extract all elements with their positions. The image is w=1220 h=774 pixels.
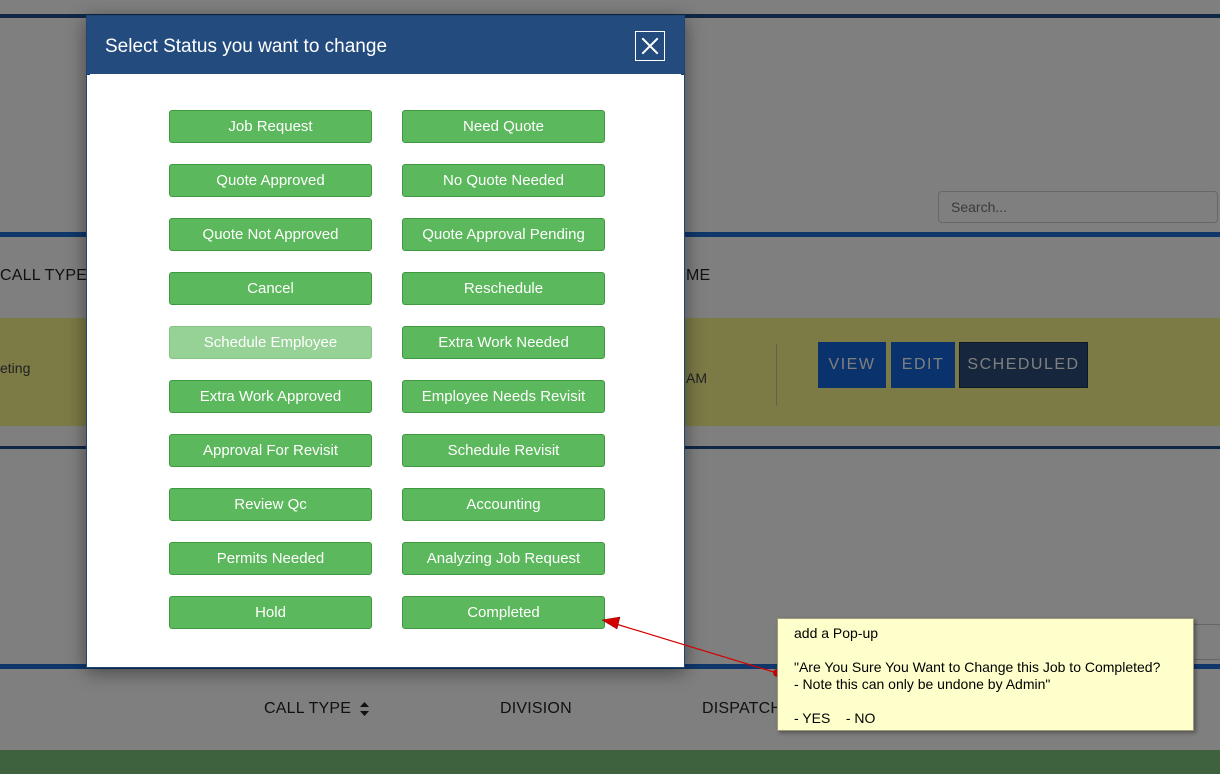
status-employee-needs-revisit-button[interactable]: Employee Needs Revisit (402, 380, 605, 413)
close-button[interactable] (635, 31, 665, 61)
status-approval-for-revisit-button[interactable]: Approval For Revisit (169, 434, 372, 467)
status-schedule-employee-button: Schedule Employee (169, 326, 372, 359)
status-analyzing-job-request-button[interactable]: Analyzing Job Request (402, 542, 605, 575)
close-icon (641, 37, 659, 55)
status-quote-not-approved-button[interactable]: Quote Not Approved (169, 218, 372, 251)
status-job-request-button[interactable]: Job Request (169, 110, 372, 143)
status-hold-button[interactable]: Hold (169, 596, 372, 629)
status-cancel-button[interactable]: Cancel (169, 272, 372, 305)
annotation-line: - YES - NO (794, 710, 876, 726)
annotation-line: "Are You Sure You Want to Change this Jo… (794, 659, 1161, 675)
annotation-note: add a Pop-up "Are You Sure You Want to C… (777, 618, 1194, 731)
modal-header: Select Status you want to change (87, 16, 684, 75)
status-extra-work-approved-button[interactable]: Extra Work Approved (169, 380, 372, 413)
status-permits-needed-button[interactable]: Permits Needed (169, 542, 372, 575)
status-extra-work-needed-button[interactable]: Extra Work Needed (402, 326, 605, 359)
status-no-quote-needed-button[interactable]: No Quote Needed (402, 164, 605, 197)
status-review-qc-button[interactable]: Review Qc (169, 488, 372, 521)
status-reschedule-button[interactable]: Reschedule (402, 272, 605, 305)
modal-body: Job Request Need Quote Quote Approved No… (90, 74, 681, 665)
status-completed-button[interactable]: Completed (402, 596, 605, 629)
status-accounting-button[interactable]: Accounting (402, 488, 605, 521)
status-quote-approval-pending-button[interactable]: Quote Approval Pending (402, 218, 605, 251)
modal-title: Select Status you want to change (105, 36, 388, 57)
status-schedule-revisit-button[interactable]: Schedule Revisit (402, 434, 605, 467)
status-modal: Select Status you want to change Job Req… (86, 15, 685, 668)
annotation-line: - Note this can only be undone by Admin" (794, 676, 1051, 692)
annotation-line: add a Pop-up (794, 625, 879, 641)
status-need-quote-button[interactable]: Need Quote (402, 110, 605, 143)
status-quote-approved-button[interactable]: Quote Approved (169, 164, 372, 197)
